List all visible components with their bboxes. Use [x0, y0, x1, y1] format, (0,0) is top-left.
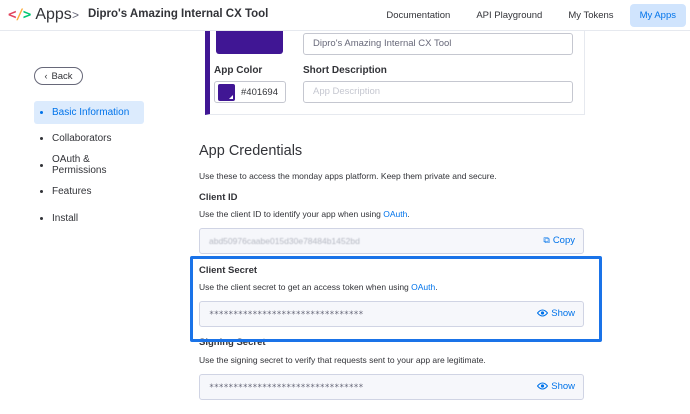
nav-my-tokens[interactable]: My Tokens	[558, 4, 623, 27]
sidebar-item-oauth-permissions[interactable]: OAuth & Permissions	[34, 154, 144, 177]
apps-logo[interactable]: </> Apps	[8, 5, 72, 25]
nav-api-playground[interactable]: API Playground	[466, 4, 552, 27]
app-icon-preview	[216, 31, 283, 54]
copy-icon: ⧉	[543, 235, 550, 245]
credentials-title: App Credentials	[199, 143, 303, 159]
logo-text: Apps	[35, 6, 72, 23]
sidebar-item-label: Features	[52, 186, 92, 198]
client-id-label: Client ID	[199, 192, 238, 203]
client-secret-field: ******************************** Show	[199, 301, 584, 327]
top-header: </> Apps > Dipro's Amazing Internal CX T…	[0, 0, 690, 31]
sidebar-item-basic-information[interactable]: Basic Information	[34, 101, 144, 124]
sidebar-item-features[interactable]: Features	[34, 180, 144, 203]
client-secret-label: Client Secret	[199, 265, 258, 276]
bullet-icon	[40, 137, 43, 141]
bullet-icon	[40, 111, 43, 114]
chevron-right-icon: >	[72, 8, 80, 22]
signing-secret-description: Use the signing secret to verify that re…	[199, 355, 486, 365]
top-nav: Documentation API Playground My Tokens M…	[370, 4, 686, 27]
app-color-label: App Color	[214, 65, 263, 76]
sidebar-item-install[interactable]: Install	[34, 207, 144, 230]
client-secret-description: Use the client secret to get an access t…	[199, 282, 438, 292]
sidebar-item-collaborators[interactable]: Collaborators	[34, 127, 144, 150]
client-id-description: Use the client ID to identify your app w…	[199, 209, 410, 219]
eye-icon	[537, 309, 549, 319]
nav-documentation[interactable]: Documentation	[376, 4, 460, 27]
sidebar-item-label: OAuth & Permissions	[52, 154, 107, 177]
back-label: Back	[51, 70, 73, 82]
client-id-field: abd50976caabe015d30e78484b1452bd ⧉ Copy	[199, 228, 584, 254]
client-secret-value: ********************************	[209, 310, 364, 320]
sidebar-item-label: Install	[52, 212, 79, 224]
nav-my-apps[interactable]: My Apps	[629, 4, 686, 27]
copy-button[interactable]: ⧉ Copy	[543, 235, 575, 246]
eye-icon	[537, 382, 549, 392]
client-id-value: abd50976caabe015d30e78484b1452bd	[209, 236, 360, 246]
sidebar-item-label: Basic Information	[52, 107, 130, 118]
bullet-icon	[40, 163, 43, 167]
oauth-link[interactable]: OAuth	[383, 209, 407, 219]
app-name-input[interactable]: Dipro's Amazing Internal CX Tool	[303, 33, 573, 55]
code-brackets-icon: </>	[8, 7, 31, 23]
credentials-description: Use these to access the monday apps plat…	[199, 171, 497, 181]
sidebar-item-label: Collaborators	[52, 133, 112, 145]
show-signing-secret-button[interactable]: Show	[537, 381, 575, 392]
app-color-hex: #401694	[241, 86, 278, 98]
signing-secret-label: Signing Secret	[199, 337, 266, 348]
signing-secret-value: ********************************	[209, 383, 364, 393]
oauth-link[interactable]: OAuth	[411, 282, 435, 292]
bullet-icon	[40, 190, 43, 194]
signing-secret-field: ******************************** Show	[199, 374, 584, 400]
color-swatch[interactable]	[218, 83, 235, 101]
back-button[interactable]: ‹ Back	[34, 67, 83, 85]
app-title: Dipro's Amazing Internal CX Tool	[88, 8, 269, 20]
sidebar-nav: Basic Information Collaborators OAuth & …	[34, 101, 144, 233]
show-client-secret-button[interactable]: Show	[537, 308, 575, 319]
bullet-icon	[40, 216, 43, 220]
short-description-input[interactable]: App Description	[303, 81, 573, 103]
app-color-picker[interactable]: #401694	[214, 81, 286, 103]
short-description-label: Short Description	[303, 65, 387, 76]
chevron-left-icon: ‹	[44, 71, 48, 81]
